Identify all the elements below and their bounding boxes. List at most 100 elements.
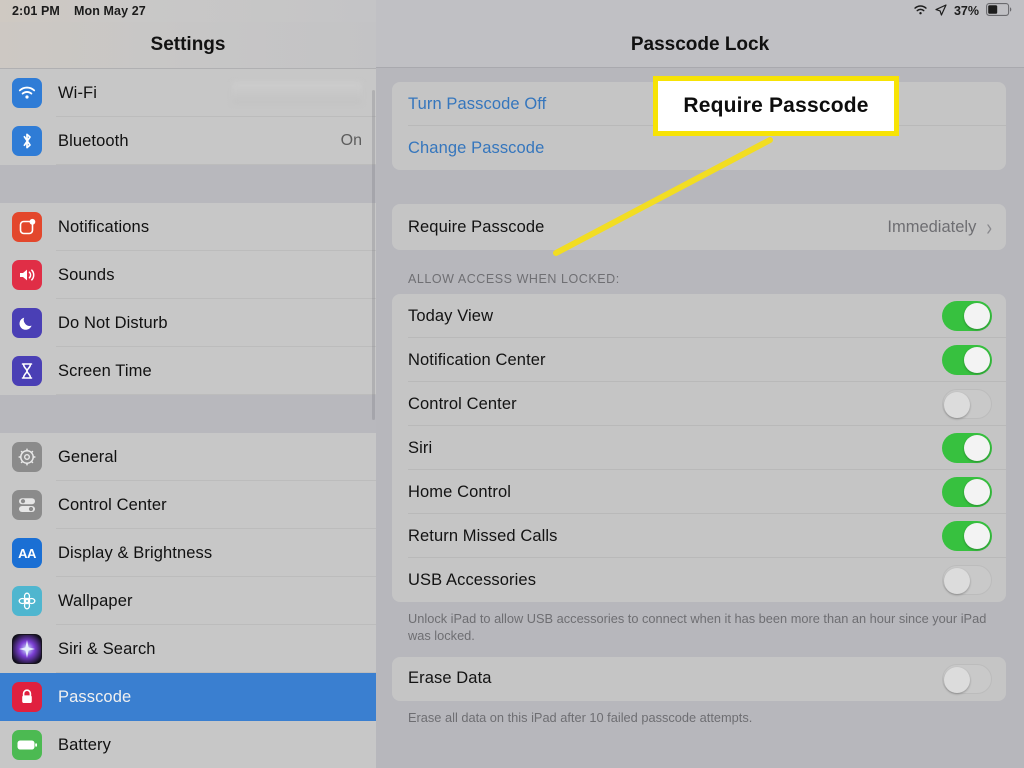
- row-label: Notification Center: [408, 350, 546, 369]
- sidebar-item-general[interactable]: General: [0, 433, 376, 481]
- sidebar-item-wifi[interactable]: Wi-Fi: [0, 69, 376, 117]
- sidebar-item-passcode[interactable]: Passcode: [0, 673, 376, 721]
- sidebar-item-screen-time[interactable]: Screen Time: [0, 347, 376, 395]
- speaker-icon: [12, 260, 42, 290]
- allow-access-row-home-control[interactable]: Home Control: [392, 470, 1006, 514]
- sidebar-scrollbar[interactable]: [372, 90, 375, 420]
- toggle-knob: [944, 392, 970, 418]
- row-label: Control Center: [408, 394, 517, 413]
- sidebar-item-do-not-disturb[interactable]: Do Not Disturb: [0, 299, 376, 347]
- allow-access-row-today-view[interactable]: Today View: [392, 294, 1006, 338]
- allow-access-row-siri[interactable]: Siri: [392, 426, 1006, 470]
- notifications-icon: [12, 212, 42, 242]
- wifi-network-value-redacted: [232, 82, 362, 104]
- allow-access-row-notification-center[interactable]: Notification Center: [392, 338, 1006, 382]
- today-view-toggle[interactable]: [942, 301, 992, 331]
- hourglass-icon: [12, 356, 42, 386]
- lock-icon: [12, 682, 42, 712]
- wifi-icon: [913, 4, 928, 19]
- sidebar-group-connectivity: Wi-Fi Bluetooth On: [0, 69, 376, 165]
- return-missed-calls-toggle[interactable]: [942, 521, 992, 551]
- sidebar-item-label: Screen Time: [58, 361, 152, 380]
- row-label: Return Missed Calls: [408, 526, 558, 545]
- sidebar-item-label: Battery: [58, 735, 111, 754]
- sidebar-item-label: Do Not Disturb: [58, 313, 168, 332]
- allow-access-row-usb-accessories[interactable]: USB Accessories: [392, 558, 1006, 602]
- chevron-right-icon: ›: [986, 214, 992, 240]
- row-label: Today View: [408, 306, 494, 325]
- sidebar-item-label: Display & Brightness: [58, 543, 213, 562]
- sidebar-item-label: Passcode: [58, 687, 132, 706]
- allow-access-row-control-center[interactable]: Control Center: [392, 382, 1006, 426]
- sidebar-item-siri-search[interactable]: Siri & Search: [0, 625, 376, 673]
- toggle-knob: [964, 479, 990, 505]
- notification-center-toggle[interactable]: [942, 345, 992, 375]
- allow-access-card: Today View Notification Center Control C…: [392, 294, 1006, 602]
- usb-accessories-toggle[interactable]: [942, 565, 992, 595]
- wifi-icon: [12, 78, 42, 108]
- page-title: Passcode Lock: [376, 22, 1024, 68]
- allow-access-section-header: ALLOW ACCESS WHEN LOCKED:: [408, 272, 620, 286]
- ipad-settings-screen: 2:01 PM Mon May 27 Settings Wi-Fi Blueto…: [0, 0, 1024, 768]
- sidebar-item-label: Bluetooth: [58, 131, 129, 150]
- bluetooth-icon: [12, 126, 42, 156]
- settings-sidebar: 2:01 PM Mon May 27 Settings Wi-Fi Blueto…: [0, 0, 376, 768]
- erase-data-footnote: Erase all data on this iPad after 10 fai…: [408, 709, 753, 725]
- row-label: Home Control: [408, 482, 511, 501]
- toggle-knob: [964, 435, 990, 461]
- sidebar-item-label: Siri & Search: [58, 639, 156, 658]
- battery-icon: [986, 3, 1012, 19]
- text-size-icon: AA: [12, 538, 42, 568]
- moon-icon: [12, 308, 42, 338]
- sidebar-group-system: General Control Center AA Display & Brig…: [0, 433, 376, 768]
- sidebar-item-label: Wallpaper: [58, 591, 133, 610]
- row-label: USB Accessories: [408, 570, 537, 589]
- sidebar-group-gap: [0, 395, 376, 433]
- battery-icon: [12, 730, 42, 760]
- require-passcode-card: Require Passcode Immediately ›: [392, 204, 1006, 250]
- sidebar-item-label: Sounds: [58, 265, 115, 284]
- require-passcode-value: Immediately: [887, 217, 977, 236]
- usb-accessories-footnote: Unlock iPad to allow USB accessories to …: [408, 611, 987, 644]
- toggle-knob: [964, 303, 990, 329]
- location-arrow-icon: [935, 3, 947, 19]
- sliders-icon: [12, 490, 42, 520]
- row-separator: [56, 394, 376, 395]
- bluetooth-status-value: On: [340, 132, 362, 149]
- sidebar-group-gap: [0, 165, 376, 203]
- gear-icon: [12, 442, 42, 472]
- row-label: Siri: [408, 438, 433, 457]
- sidebar-item-control-center[interactable]: Control Center: [0, 481, 376, 529]
- sidebar-item-label: Notifications: [58, 217, 150, 236]
- sidebar-item-wallpaper[interactable]: Wallpaper: [0, 577, 376, 625]
- sidebar-item-notifications[interactable]: Notifications: [0, 203, 376, 251]
- battery-percent-label: 37%: [953, 4, 979, 18]
- status-bar-left: 2:01 PM Mon May 27: [0, 0, 376, 22]
- status-bar-date: Mon May 27: [73, 4, 146, 18]
- toggle-knob: [964, 347, 990, 373]
- sidebar-item-label: Wi-Fi: [58, 83, 97, 102]
- sidebar-item-battery[interactable]: Battery: [0, 721, 376, 768]
- home-control-toggle[interactable]: [942, 477, 992, 507]
- siri-toggle[interactable]: [942, 433, 992, 463]
- erase-data-label: Erase Data: [408, 669, 492, 688]
- require-passcode-row[interactable]: Require Passcode Immediately ›: [392, 204, 1006, 250]
- sidebar-item-label: General: [58, 447, 118, 466]
- sidebar-item-sounds[interactable]: Sounds: [0, 251, 376, 299]
- siri-icon: [12, 634, 42, 664]
- require-passcode-label: Require Passcode: [408, 217, 545, 236]
- erase-data-toggle[interactable]: [942, 663, 992, 694]
- allow-access-row-return-missed-calls[interactable]: Return Missed Calls: [392, 514, 1006, 558]
- erase-data-row[interactable]: Erase Data: [392, 657, 1006, 701]
- sidebar-group-alerts: Notifications Sounds Do Not Disturb Scre…: [0, 203, 376, 395]
- sidebar-title: Settings: [0, 22, 376, 68]
- row-separator: [56, 164, 376, 165]
- toggle-knob: [944, 666, 970, 693]
- sidebar-item-display-brightness[interactable]: AA Display & Brightness: [0, 529, 376, 577]
- status-bar-time: 2:01 PM: [12, 4, 60, 18]
- status-bar-right: 37%: [376, 0, 1024, 22]
- sidebar-item-bluetooth[interactable]: Bluetooth On: [0, 117, 376, 165]
- control-center-toggle[interactable]: [942, 389, 992, 419]
